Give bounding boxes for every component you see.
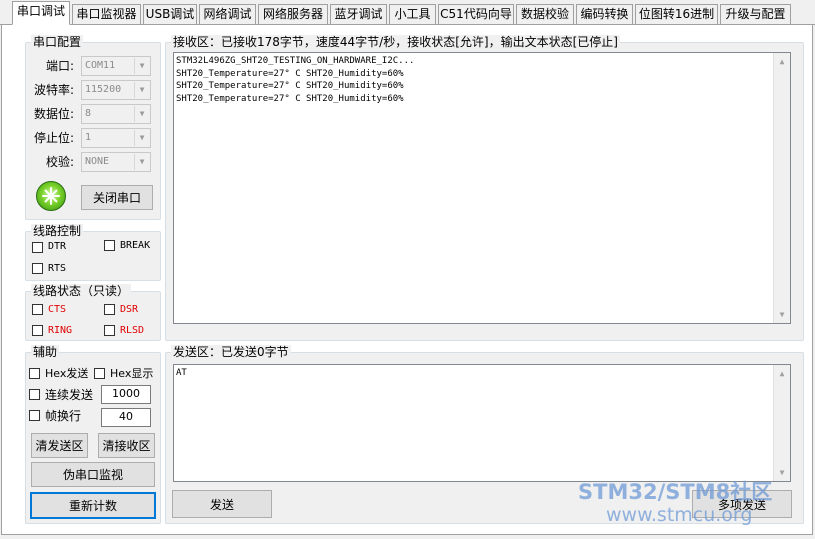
hex-display-label: Hex显示 [110,367,154,380]
line-status-title: 线路状态（只读） [31,284,132,298]
baud-value: 115200 [85,84,122,95]
break-checkbox[interactable] [104,240,115,251]
cts-checkbox [32,304,43,315]
chevron-down-icon: ▼ [134,82,149,98]
scroll-down-icon[interactable]: ▼ [774,464,790,481]
pseudo-monitor-button[interactable]: 伪串口监视 [31,462,155,487]
frame-value-input[interactable]: 40 [101,408,151,427]
dsr-checkbox [104,304,115,315]
baud-select[interactable]: 115200 ▼ [81,80,151,100]
rlsd-label: RLSD [120,325,145,336]
send-scrollbar[interactable]: ▲ ▼ [773,365,790,481]
line-control-title: 线路控制 [31,224,84,238]
tab-tools[interactable]: 小工具 [389,4,436,24]
close-port-button[interactable]: 关闭串口 [81,185,153,210]
parity-value: NONE [85,156,110,167]
receive-line: SHT20_Temperature=27° C SHT20_Humidity=6… [176,93,404,104]
watermark-title: STM32/STM8社区 [578,480,773,504]
tab-bitmap-hex[interactable]: 位图转16进制 [635,4,718,24]
hex-send-checkbox[interactable] [29,368,40,379]
send-textarea[interactable]: AT ▲ ▼ [173,364,791,482]
hex-send-label: Hex发送 [45,367,89,380]
frame-newline-label: 帧换行 [45,409,82,423]
send-button[interactable]: 发送 [172,490,272,518]
baud-label: 波特率: [33,83,74,97]
port-select[interactable]: COM11 ▼ [81,56,151,76]
clear-recv-button[interactable]: 清接收区 [98,433,155,458]
rlsd-checkbox [104,325,115,336]
stopbits-label: 停止位: [33,131,74,145]
clear-send-button[interactable]: 清发送区 [31,433,88,458]
stopbits-value: 1 [85,132,92,143]
rts-checkbox[interactable] [32,263,43,274]
aux-title: 辅助 [31,345,60,359]
tab-network-server[interactable]: 网络服务器 [258,4,328,24]
databits-value: 8 [85,108,92,119]
chevron-down-icon: ▼ [134,130,149,146]
recount-button[interactable]: 重新计数 [30,492,156,519]
ring-checkbox [32,325,43,336]
hex-display-checkbox[interactable] [94,368,105,379]
databits-select[interactable]: 8 ▼ [81,104,151,124]
watermark: STM32/STM8社区 www.stmcu.org [578,480,814,526]
receive-scrollbar[interactable]: ▲ ▼ [773,53,790,323]
scroll-down-icon[interactable]: ▼ [774,306,790,323]
serial-config-title: 串口配置 [31,35,84,49]
port-status-led-icon [36,181,66,211]
tab-encoding-convert[interactable]: 编码转换 [576,4,633,24]
continuous-send-label: 连续发送 [45,388,94,402]
dtr-label: DTR [48,241,67,252]
receive-header: 接收区：已接收178字节，速度44字节/秒，接收状态[允许]，输出文本状态[已停… [171,35,620,49]
tab-c51-wizard[interactable]: C51代码向导 [438,4,514,24]
send-header: 发送区：已发送0字节 [171,345,291,359]
rts-label: RTS [48,263,67,274]
break-label: BREAK [120,240,151,251]
receive-line: SHT20_Temperature=27° C SHT20_Humidity=6… [176,81,404,91]
receive-textarea[interactable]: STM32L496ZG_SHT20_TESTING_ON_HARDWARE_I2… [173,52,791,324]
cts-label: CTS [48,304,67,315]
watermark-url: www.stmcu.org [606,504,753,526]
scroll-up-icon[interactable]: ▲ [774,53,790,70]
tab-usb-debug[interactable]: USB调试 [143,4,197,24]
receive-line: SHT20_Temperature=27° C SHT20_Humidity=6… [176,68,404,79]
port-value: COM11 [85,60,116,71]
scroll-up-icon[interactable]: ▲ [774,365,790,382]
chevron-down-icon: ▼ [134,106,149,122]
tab-data-checksum[interactable]: 数据校验 [516,4,574,24]
databits-label: 数据位: [33,107,74,121]
parity-label: 校验: [45,155,74,169]
continuous-interval-input[interactable]: 1000 [101,385,151,404]
frame-newline-checkbox[interactable] [29,410,40,421]
dtr-checkbox[interactable] [32,242,43,253]
stopbits-select[interactable]: 1 ▼ [81,128,151,148]
send-text: AT [176,368,187,378]
chevron-down-icon: ▼ [134,154,149,170]
parity-select[interactable]: NONE ▼ [81,152,151,172]
chevron-down-icon: ▼ [134,58,149,74]
ring-label: RING [48,325,73,336]
continuous-send-checkbox[interactable] [29,389,40,400]
receive-line: STM32L496ZG_SHT20_TESTING_ON_HARDWARE_I2… [176,56,415,66]
dsr-label: DSR [120,304,139,315]
tab-serial-debug[interactable]: 串口调试 [12,1,70,25]
tab-bluetooth-debug[interactable]: 蓝牙调试 [330,4,387,24]
tab-bar: 串口调试 串口监视器 USB调试 网络调试 网络服务器 蓝牙调试 小工具 C51… [0,0,815,25]
port-label: 端口: [45,59,74,73]
tab-serial-monitor[interactable]: 串口监视器 [72,4,141,24]
tab-upgrade-config[interactable]: 升级与配置 [720,4,791,24]
tab-network-debug[interactable]: 网络调试 [199,4,256,24]
sparkle-icon [42,187,60,205]
